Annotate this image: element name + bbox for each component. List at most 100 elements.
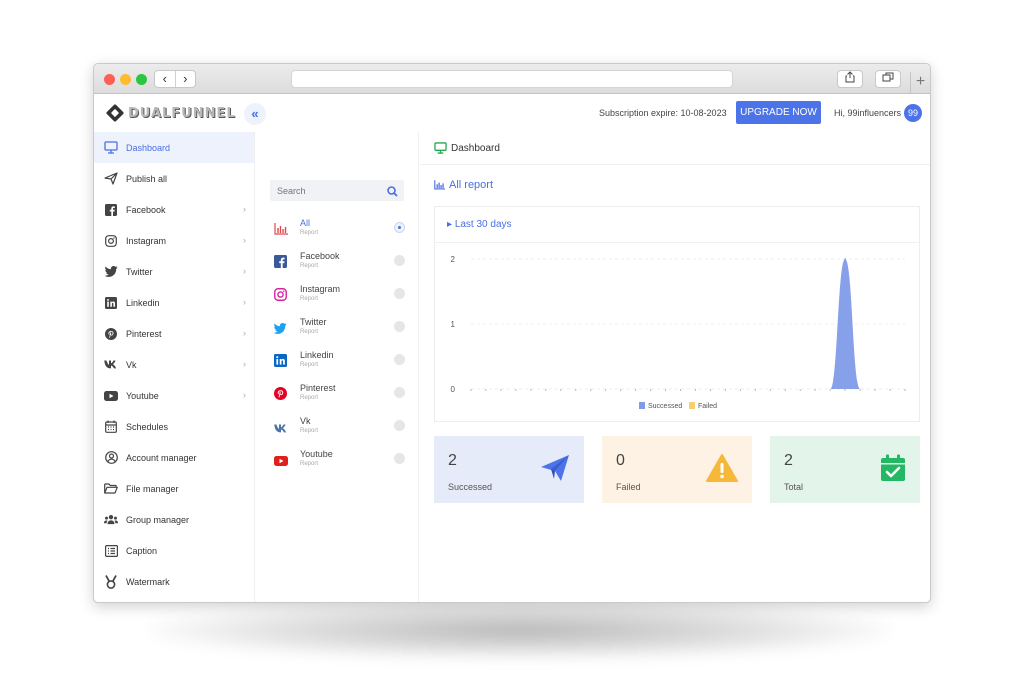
- stat-card-successed: 2 Successed: [434, 436, 584, 503]
- sidebar-item-watermark[interactable]: Watermark: [94, 566, 254, 597]
- sidebar-item-pinterest[interactable]: Pinterest ›: [94, 318, 254, 349]
- pinterest-icon: [274, 387, 288, 401]
- filter-radio[interactable]: [394, 222, 405, 233]
- history-nav: ‹ ›: [154, 70, 196, 88]
- filter-item-sub: Report: [300, 461, 319, 467]
- youtube-icon: [104, 389, 118, 403]
- filter-item-facebook[interactable]: Facebook Report: [270, 247, 410, 280]
- section-title: All report: [434, 179, 493, 191]
- app-root: DUALFUNNEL « Subscription expire: 10-08-…: [94, 95, 930, 602]
- filter-item-label: Twitter: [300, 317, 327, 327]
- filter-item-sub: Report: [300, 329, 319, 335]
- date-range-toggle[interactable]: ▸ Last 30 days: [447, 219, 512, 230]
- filter-item-label: Facebook: [300, 251, 340, 261]
- award-icon: [104, 574, 118, 589]
- filter-item-label: Vk: [300, 416, 311, 426]
- monitor-icon: [104, 141, 118, 155]
- bar-chart-icon: [434, 180, 445, 190]
- chevron-right-icon: ›: [243, 235, 246, 245]
- sidebar-item-linkedin[interactable]: Linkedin ›: [94, 287, 254, 318]
- youtube-icon: [274, 453, 288, 467]
- filter-item-sub: Report: [300, 428, 319, 434]
- subscription-expiry: Subscription expire: 10-08-2023: [599, 108, 727, 118]
- sidebar-item-label: Group manager: [126, 514, 190, 525]
- back-button[interactable]: ‹: [155, 71, 176, 87]
- stat-value: 2: [448, 452, 457, 469]
- filter-item-pinterest[interactable]: Pinterest Report: [270, 379, 410, 412]
- new-tab-button[interactable]: +: [910, 72, 930, 94]
- data-point: [844, 258, 846, 260]
- filter-item-linkedin[interactable]: Linkedin Report: [270, 346, 410, 379]
- filter-radio[interactable]: [394, 288, 405, 299]
- facebook-icon: [104, 203, 118, 217]
- stat-label: Total: [784, 482, 804, 492]
- logo-mark-icon: [105, 103, 125, 123]
- sidebar-item-label: Watermark: [126, 576, 170, 587]
- window-shadow: [150, 600, 890, 660]
- sidebar-item-label: Twitter: [126, 266, 153, 277]
- share-button[interactable]: [837, 70, 863, 88]
- sidebar-item-label: Linkedin: [126, 297, 160, 308]
- filter-item-label: Youtube: [300, 449, 333, 459]
- sidebar-item-publish-all[interactable]: Publish all: [94, 163, 254, 194]
- sidebar-item-twitter[interactable]: Twitter ›: [94, 256, 254, 287]
- legend-swatch: [689, 402, 695, 409]
- sidebar-item-caption[interactable]: Caption: [94, 535, 254, 566]
- filter-radio[interactable]: [394, 420, 405, 431]
- sidebar-item-vk[interactable]: Vk ›: [94, 349, 254, 380]
- facebook-icon: [274, 255, 288, 269]
- top-header: DUALFUNNEL « Subscription expire: 10-08-…: [94, 95, 930, 132]
- close-window-button[interactable]: [104, 74, 115, 85]
- browser-window: ‹ › + DUALFUNNEL « Subscription expire: …: [93, 63, 931, 603]
- user-greeting[interactable]: Hi, 99influencers: [834, 108, 901, 118]
- stat-card-total: 2 Total: [770, 436, 920, 503]
- chevron-right-icon: ›: [243, 390, 246, 400]
- upgrade-now-button[interactable]: UPGRADE NOW: [736, 101, 821, 124]
- search-input[interactable]: [270, 180, 380, 201]
- search-icon[interactable]: [387, 184, 398, 202]
- linkedin-icon: [104, 296, 118, 310]
- brand-logo[interactable]: DUALFUNNEL: [105, 103, 236, 123]
- forward-button[interactable]: ›: [176, 71, 196, 87]
- address-bar[interactable]: [291, 70, 733, 88]
- filter-item-youtube[interactable]: Youtube Report: [270, 445, 410, 478]
- sidebar-item-group-manager[interactable]: Group manager: [94, 504, 254, 535]
- sidebar-item-facebook[interactable]: Facebook ›: [94, 194, 254, 225]
- sidebar-item-label: File manager: [126, 483, 179, 494]
- sidebar-item-youtube[interactable]: Youtube ›: [94, 380, 254, 411]
- sidebar-item-label: Caption: [126, 545, 158, 556]
- chevron-right-icon: ›: [243, 266, 246, 276]
- filter-radio[interactable]: [394, 321, 405, 332]
- filter-item-all[interactable]: All Report: [270, 214, 410, 247]
- sidebar-item-label: Publish all: [126, 173, 168, 184]
- filter-radio[interactable]: [394, 354, 405, 365]
- sidebar-item-file-manager[interactable]: File manager: [94, 473, 254, 504]
- minimize-window-button[interactable]: [120, 74, 131, 85]
- filter-item-twitter[interactable]: Twitter Report: [270, 313, 410, 346]
- tabs-overview-button[interactable]: [875, 70, 901, 88]
- filter-radio[interactable]: [394, 453, 405, 464]
- filter-item-vk[interactable]: Vk Report: [270, 412, 410, 445]
- legend-label: Successed: [648, 403, 682, 410]
- filter-item-sub: Report: [300, 395, 319, 401]
- sidebar-item-account-manager[interactable]: Account manager: [94, 442, 254, 473]
- vk-icon: [274, 420, 288, 434]
- user-circle-icon: [104, 451, 118, 465]
- avatar[interactable]: 99: [904, 104, 922, 122]
- filter-radio[interactable]: [394, 255, 405, 266]
- calendar-icon: [104, 420, 118, 434]
- sidebar-item-dashboard[interactable]: Dashboard: [94, 132, 254, 163]
- stat-value: 2: [784, 452, 793, 469]
- stat-label: Failed: [616, 482, 641, 492]
- folder-icon: [104, 482, 118, 496]
- sidebar-item-instagram[interactable]: Instagram ›: [94, 225, 254, 256]
- page-title: Dashboard: [434, 142, 500, 154]
- filter-item-instagram[interactable]: Instagram Report: [270, 280, 410, 313]
- share-icon: [845, 71, 855, 83]
- filter-radio[interactable]: [394, 387, 405, 398]
- paper-plane-icon: [540, 454, 570, 487]
- collapse-sidebar-button[interactable]: «: [244, 103, 266, 125]
- chevron-right-icon: ›: [243, 328, 246, 338]
- maximize-window-button[interactable]: [136, 74, 147, 85]
- sidebar-item-schedules[interactable]: Schedules: [94, 411, 254, 442]
